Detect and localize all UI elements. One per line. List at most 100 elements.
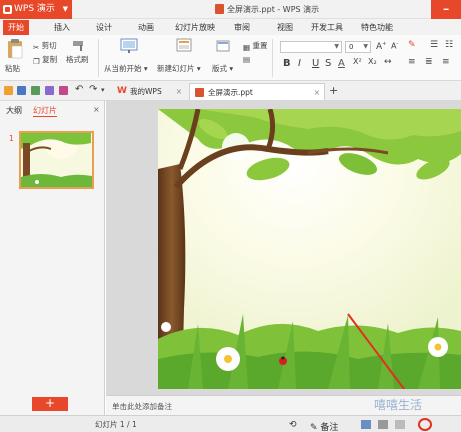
from-current-button[interactable]: 从当前开始 ▾ xyxy=(104,63,148,74)
normal-view-icon[interactable] xyxy=(361,420,371,429)
slide-sorter-icon[interactable] xyxy=(378,420,388,429)
slideshow-view-icon[interactable] xyxy=(418,418,432,431)
add-slide-button[interactable]: + xyxy=(32,397,68,411)
underline-button[interactable]: U xyxy=(312,58,319,69)
list-icon[interactable]: ☰ xyxy=(430,40,438,50)
format-painter-icon xyxy=(72,40,86,54)
panel-tabs: 大纲 幻灯片 × xyxy=(0,101,105,121)
cut-button[interactable]: ✂ 剪切 xyxy=(33,40,57,52)
paste-button[interactable] xyxy=(5,38,27,60)
new-slide-button[interactable]: 新建幻灯片 ▾ xyxy=(157,63,201,74)
window-control-button[interactable]: ━ xyxy=(431,0,461,19)
tab-home[interactable]: 开始 xyxy=(3,20,29,35)
slide-background-image xyxy=(158,109,461,389)
tab-my-wps[interactable]: W 我的WPS × xyxy=(112,83,186,100)
daisy-icon xyxy=(216,347,240,371)
scissors-icon: ✂ xyxy=(33,43,40,52)
format-painter-button[interactable]: 格式刷 xyxy=(66,54,89,65)
close-icon[interactable]: × xyxy=(176,83,182,100)
font-grow-button[interactable]: A+ xyxy=(376,41,386,52)
slide-thumbnail[interactable] xyxy=(19,131,94,189)
tab-insert[interactable]: 插入 xyxy=(49,20,75,35)
page-indicator: 幻灯片 1 / 1 xyxy=(95,420,137,429)
font-shrink-button[interactable]: A- xyxy=(391,41,398,51)
slideshow-icon xyxy=(120,38,138,56)
reading-view-icon[interactable] xyxy=(395,420,405,429)
paste-icon xyxy=(8,39,23,59)
tab-developer[interactable]: 开发工具 xyxy=(307,20,347,35)
app-name: WPS 演示 xyxy=(14,4,55,14)
close-icon[interactable]: × xyxy=(314,84,320,101)
notes-placeholder: 单击此处添加备注 xyxy=(112,402,172,411)
chevron-down-icon: ▼ xyxy=(62,5,68,13)
tab-slides[interactable]: 幻灯片 xyxy=(33,105,57,117)
chevron-down-icon: ▾ xyxy=(196,64,201,73)
ppt-file-icon xyxy=(195,88,204,97)
paste-label: 粘贴 xyxy=(5,64,20,73)
layout-icon xyxy=(216,40,230,54)
clear-format-icon[interactable]: ✎ xyxy=(408,40,416,50)
ppt-file-icon xyxy=(215,4,224,14)
notes-toggle-button[interactable]: ✎ 备注 xyxy=(310,420,338,432)
new-slide-icon xyxy=(175,38,193,56)
chevron-down-icon: ▼ xyxy=(363,43,368,50)
align-right-icon[interactable]: ≡ xyxy=(442,57,450,67)
save-icon[interactable] xyxy=(17,86,26,95)
tab-view[interactable]: 视图 xyxy=(272,20,298,35)
tab-slideshow[interactable]: 幻灯片放映 xyxy=(172,20,218,35)
subscript-button[interactable]: X₂ xyxy=(368,57,377,66)
print-icon[interactable] xyxy=(31,86,40,95)
app-menu-button[interactable]: WPS 演示 ▼ xyxy=(0,0,72,19)
align-center-icon[interactable]: ≣ xyxy=(425,57,433,67)
reset-button[interactable]: ▦ 重置 xyxy=(243,40,267,52)
tab-special[interactable]: 特色功能 xyxy=(357,20,397,35)
title-bar: WPS 演示 ▼ 全屏演示.ppt - WPS 演示 ━ xyxy=(0,0,461,19)
tab-outline[interactable]: 大纲 xyxy=(6,105,22,116)
shadow-button[interactable]: S xyxy=(325,58,331,69)
preview-icon[interactable] xyxy=(45,86,54,95)
window-title: 全屏演示.ppt - WPS 演示 xyxy=(215,0,319,19)
bold-button[interactable]: B xyxy=(283,58,291,69)
status-bar: 幻灯片 1 / 1 ⟲ ✎ 备注 嘻嘻生活 xyxy=(0,398,461,432)
slide-editor xyxy=(106,101,461,395)
italic-button[interactable]: I xyxy=(298,58,301,69)
tab-review[interactable]: 审阅 xyxy=(229,20,255,35)
ribbon-tabs: 开始 插入 设计 动画 幻灯片放映 审阅 视图 开发工具 特色功能 xyxy=(0,19,461,35)
chevron-down-icon[interactable]: ▾ xyxy=(101,86,105,94)
chevron-down-icon: ▾ xyxy=(143,64,148,73)
chevron-down-icon: ▼ xyxy=(334,43,339,50)
close-icon[interactable]: × xyxy=(93,105,100,114)
open-icon[interactable] xyxy=(4,86,13,95)
redo-icon[interactable]: ↷ xyxy=(89,84,97,95)
tab-design[interactable]: 设计 xyxy=(91,20,117,35)
font-name-select[interactable]: ▼ xyxy=(280,41,342,53)
font-color-button[interactable]: A xyxy=(338,58,345,69)
slide-panel: 大纲 幻灯片 × 1 + xyxy=(0,101,105,432)
superscript-button[interactable]: X² xyxy=(353,57,362,66)
slide-number: 1 xyxy=(9,134,14,143)
slide-thumbnail-image xyxy=(21,133,92,187)
copy-button[interactable]: ❐ 复制 xyxy=(33,54,57,66)
tab-current-document[interactable]: 全屏演示.ppt × xyxy=(189,83,325,100)
font-size-select[interactable]: 0 ▼ xyxy=(345,41,371,53)
quick-access-toolbar: ↶ ↷ ▾ W 我的WPS × 全屏演示.ppt × + xyxy=(0,81,461,101)
numbered-list-icon[interactable]: ☷ xyxy=(445,40,453,50)
undo-icon[interactable]: ↶ xyxy=(75,84,83,95)
char-spacing-icon[interactable]: ↔ xyxy=(384,57,392,67)
wps-w-icon: W xyxy=(117,86,127,96)
divider xyxy=(98,39,99,77)
divider xyxy=(272,39,273,77)
export-icon[interactable] xyxy=(59,86,68,95)
align-left-icon[interactable]: ≡ xyxy=(408,57,416,67)
watermark: 嘻嘻生活 xyxy=(374,398,423,412)
reset-icon: ▦ xyxy=(243,43,251,52)
tab-animation[interactable]: 动画 xyxy=(133,20,159,35)
wps-logo-icon xyxy=(3,5,12,14)
layout-button[interactable]: 版式 ▾ xyxy=(212,63,233,74)
spell-check-icon[interactable]: ⟲ xyxy=(289,420,299,430)
new-tab-button[interactable]: + xyxy=(329,84,338,97)
notes-icon: ✎ xyxy=(310,423,318,432)
section-icon: ▤ xyxy=(243,55,251,64)
slide-canvas[interactable] xyxy=(158,109,461,389)
copy-icon: ❐ xyxy=(33,57,40,66)
